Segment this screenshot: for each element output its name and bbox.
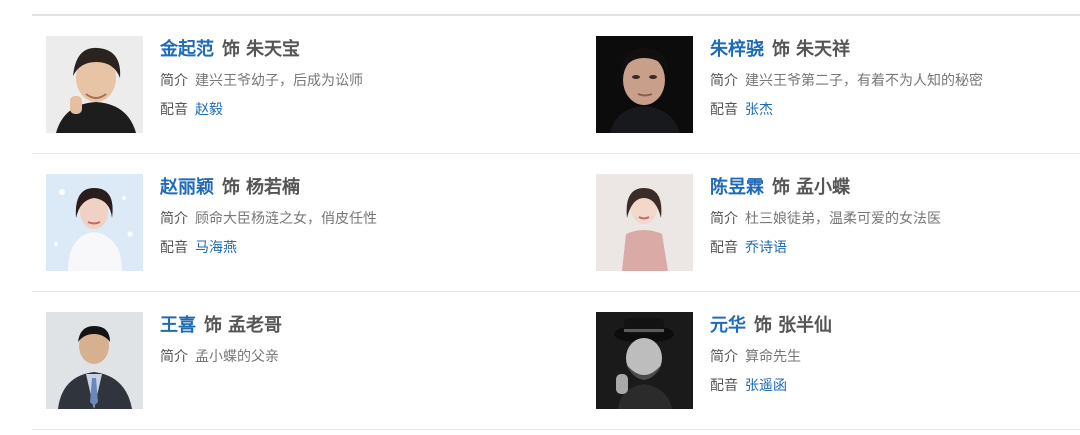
intro-line: 简介 顾命大臣杨涟之女，俏皮任性 bbox=[160, 209, 546, 229]
actor-photo[interactable] bbox=[596, 312, 693, 409]
cast-card: 元华饰张半仙 简介 算命先生 配音 张遥函 bbox=[596, 312, 1080, 409]
actor-name-link[interactable]: 王喜 bbox=[160, 315, 196, 336]
actor-name-link[interactable]: 陈昱霖 bbox=[710, 177, 764, 198]
voice-line: 配音 马海燕 bbox=[160, 238, 546, 258]
role-name: 张半仙 bbox=[778, 315, 832, 336]
name-line: 元华饰张半仙 bbox=[710, 312, 1080, 340]
voice-label: 配音 bbox=[710, 240, 738, 256]
intro-label: 简介 bbox=[160, 73, 188, 89]
intro-text: 建兴王爷第二子，有着不为人知的秘密 bbox=[745, 73, 983, 89]
intro-line: 简介 建兴王爷第二子，有着不为人知的秘密 bbox=[710, 71, 1080, 91]
role-name: 朱天宝 bbox=[246, 39, 300, 60]
actor-name-link[interactable]: 元华 bbox=[710, 315, 746, 336]
cast-card: 赵丽颖饰杨若楠 简介 顾命大臣杨涟之女，俏皮任性 配音 马海燕 bbox=[46, 174, 546, 271]
cast-row: 金起范饰朱天宝 简介 建兴王爷幼子，后成为讼师 配音 赵毅 朱梓骁 饰 朱天祥 … bbox=[32, 16, 1080, 154]
voice-label: 配音 bbox=[160, 240, 188, 256]
as-word: 饰 bbox=[772, 39, 790, 60]
cast-row: 赵丽颖饰杨若楠 简介 顾命大臣杨涟之女，俏皮任性 配音 马海燕 陈昱霖 饰 孟小… bbox=[32, 154, 1080, 292]
voice-line: 配音 张杰 bbox=[710, 100, 1080, 120]
intro-line: 简介 孟小蝶的父亲 bbox=[160, 347, 546, 367]
voice-label: 配音 bbox=[160, 102, 188, 118]
actor-photo[interactable] bbox=[596, 36, 693, 133]
intro-text: 杜三娘徒弟，温柔可爱的女法医 bbox=[745, 211, 941, 227]
intro-line: 简介 算命先生 bbox=[710, 347, 1080, 367]
as-word: 饰 bbox=[222, 177, 240, 198]
role-name: 杨若楠 bbox=[246, 177, 300, 198]
cast-card: 王喜饰孟老哥 简介 孟小蝶的父亲 bbox=[46, 312, 546, 409]
voice-line: 配音 赵毅 bbox=[160, 100, 546, 120]
intro-text: 建兴王爷幼子，后成为讼师 bbox=[195, 73, 363, 89]
actor-photo[interactable] bbox=[596, 174, 693, 271]
actor-photo[interactable] bbox=[46, 174, 143, 271]
as-word: 饰 bbox=[222, 39, 240, 60]
cast-card: 朱梓骁饰朱天祥 简介 建兴王爷第二子，有着不为人知的秘密 配音 张杰 bbox=[596, 36, 1080, 133]
actor-photo[interactable] bbox=[46, 36, 143, 133]
intro-label: 简介 bbox=[160, 211, 188, 227]
intro-line: 简介 建兴王爷幼子，后成为讼师 bbox=[160, 71, 546, 91]
name-line: 赵丽颖饰杨若楠 bbox=[160, 174, 546, 202]
actor-name-link[interactable]: 赵丽颖 bbox=[160, 177, 214, 198]
intro-label: 简介 bbox=[160, 349, 188, 365]
role-name: 孟老哥 bbox=[228, 315, 282, 336]
intro-label: 简介 bbox=[710, 211, 738, 227]
intro-text: 孟小蝶的父亲 bbox=[195, 349, 279, 365]
voice-actor-link[interactable]: 乔诗语 bbox=[745, 240, 787, 256]
name-line: 陈昱霖饰孟小蝶 bbox=[710, 174, 1080, 202]
as-word: 饰 bbox=[204, 315, 222, 336]
voice-label: 配音 bbox=[710, 102, 738, 118]
intro-text: 顾命大臣杨涟之女，俏皮任性 bbox=[195, 211, 377, 227]
voice-actor-link[interactable]: 张杰 bbox=[745, 102, 773, 118]
cast-card: 陈昱霖饰孟小蝶 简介 杜三娘徒弟，温柔可爱的女法医 配音 乔诗语 bbox=[596, 174, 1080, 271]
voice-label: 配音 bbox=[710, 378, 738, 394]
role-name: 孟小蝶 bbox=[796, 177, 850, 198]
name-line: 金起范饰朱天宝 bbox=[160, 36, 546, 64]
actor-name-link[interactable]: 金起范 bbox=[160, 39, 214, 60]
intro-line: 简介 杜三娘徒弟，温柔可爱的女法医 bbox=[710, 209, 1080, 229]
cast-row: 王喜饰孟老哥 简介 孟小蝶的父亲 元华 饰 张半仙 简介 算命先生 配音 张遥函 bbox=[32, 292, 1080, 430]
intro-label: 简介 bbox=[710, 73, 738, 89]
voice-actor-link[interactable]: 马海燕 bbox=[195, 240, 237, 256]
name-line: 朱梓骁饰朱天祥 bbox=[710, 36, 1080, 64]
voice-line: 配音 张遥函 bbox=[710, 376, 1080, 396]
as-word: 饰 bbox=[754, 315, 772, 336]
intro-label: 简介 bbox=[710, 349, 738, 365]
voice-line: 配音 乔诗语 bbox=[710, 238, 1080, 258]
voice-actor-link[interactable]: 赵毅 bbox=[195, 102, 223, 118]
voice-actor-link[interactable]: 张遥函 bbox=[745, 378, 787, 394]
as-word: 饰 bbox=[772, 177, 790, 198]
actor-photo[interactable] bbox=[46, 312, 143, 409]
role-name: 朱天祥 bbox=[796, 39, 850, 60]
intro-text: 算命先生 bbox=[745, 349, 801, 365]
cast-card: 金起范饰朱天宝 简介 建兴王爷幼子，后成为讼师 配音 赵毅 bbox=[46, 36, 546, 133]
actor-name-link[interactable]: 朱梓骁 bbox=[710, 39, 764, 60]
cast-list: 金起范饰朱天宝 简介 建兴王爷幼子，后成为讼师 配音 赵毅 朱梓骁 饰 朱天祥 … bbox=[32, 16, 1080, 430]
name-line: 王喜饰孟老哥 bbox=[160, 312, 546, 340]
